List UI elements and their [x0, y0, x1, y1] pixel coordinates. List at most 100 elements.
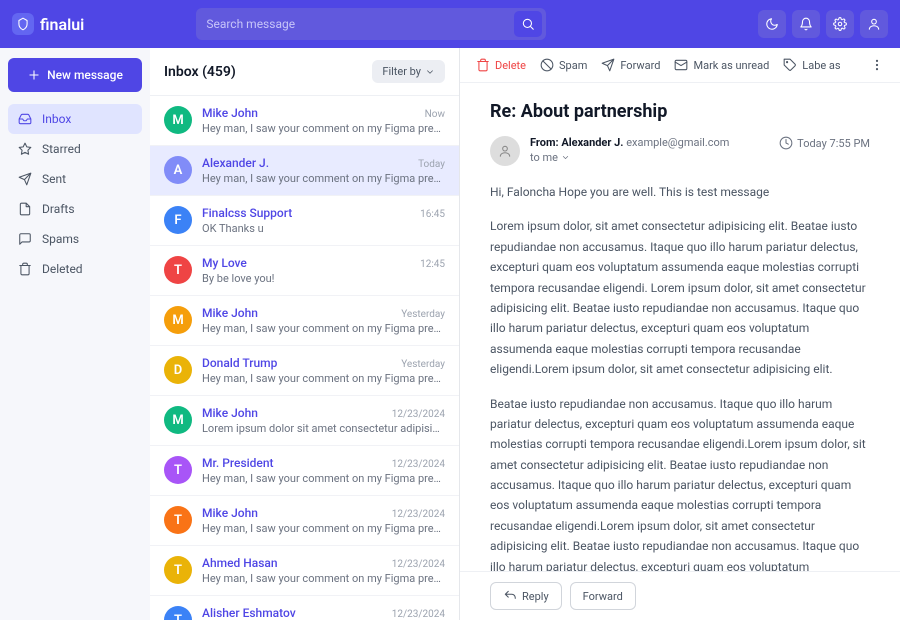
- message-time: 12:45: [420, 259, 445, 270]
- avatar: F: [164, 206, 192, 234]
- new-message-label: New message: [47, 68, 123, 82]
- message-item[interactable]: TMr. President12/23/2024Hey man, I saw y…: [150, 446, 459, 496]
- message-item[interactable]: M Mike John Now Hey man, I saw your comment…: [150, 96, 459, 146]
- to-line[interactable]: to me: [530, 151, 769, 164]
- from-line: From: Alexander J. example@gmail.com: [530, 136, 769, 149]
- avatar: A: [164, 156, 192, 184]
- sidebar: New message Inbox Starred Sent Drafts Spams D…: [0, 48, 150, 620]
- new-message-button[interactable]: New message: [8, 58, 142, 92]
- message-item[interactable]: MMike John12/23/2024Lorem ipsum dolor si…: [150, 396, 459, 446]
- message-preview: Hey man, I saw your comment on my Figma …: [202, 122, 445, 135]
- avatar: T: [164, 256, 192, 284]
- message-item[interactable]: TMy Love12:45By be love you!: [150, 246, 459, 296]
- logo-icon: [12, 13, 34, 35]
- moon-icon[interactable]: [758, 10, 786, 38]
- message-preview: Hey man, I saw your comment on my Figma …: [202, 172, 445, 185]
- message-sender: Mike John: [202, 506, 258, 520]
- avatar: M: [164, 306, 192, 334]
- message-preview: Hey man, I saw your comment on my Figma …: [202, 322, 445, 335]
- message-time: 12/23/2024: [392, 409, 445, 420]
- sidebar-item-label: Drafts: [42, 202, 75, 216]
- avatar: T: [164, 606, 192, 620]
- avatar: M: [164, 406, 192, 434]
- message-preview: Hey man, I saw your comment on my Figma …: [202, 372, 445, 385]
- sidebar-item-inbox[interactable]: Inbox: [8, 104, 142, 134]
- message-sender: Mike John: [202, 106, 258, 120]
- email-detail: Re: About partnership From: Alexander J.…: [460, 83, 900, 571]
- send-icon: [18, 172, 32, 186]
- message-preview: Hey man, I saw your comment on my Figma …: [202, 572, 445, 585]
- bell-icon[interactable]: [792, 10, 820, 38]
- email-timestamp: Today 7:55 PM: [779, 136, 870, 150]
- message-sender: Finalcss Support: [202, 206, 292, 220]
- gear-icon[interactable]: [826, 10, 854, 38]
- search-box: [196, 8, 546, 40]
- message-time: Now: [425, 109, 445, 120]
- sidebar-item-label: Inbox: [42, 112, 71, 126]
- message-item[interactable]: TAlisher Eshmatov12/23/2024Hey man, I sa…: [150, 596, 459, 620]
- message-preview: Lorem ipsum dolor sit amet consectetur a…: [202, 422, 445, 435]
- message-time: 12/23/2024: [392, 459, 445, 470]
- sidebar-item-label: Sent: [42, 172, 66, 186]
- search-input[interactable]: [206, 17, 514, 31]
- forward-action-button[interactable]: Forward: [570, 582, 636, 610]
- message-sender: Mike John: [202, 306, 258, 320]
- message-item[interactable]: T Mike John 12/23/2024 Hey man, I saw your …: [150, 496, 459, 546]
- message-time: 16:45: [420, 209, 445, 220]
- message-list[interactable]: M Mike John Now Hey man, I saw your comment…: [150, 96, 459, 620]
- user-icon[interactable]: [860, 10, 888, 38]
- sidebar-item-sent[interactable]: Sent: [8, 164, 142, 194]
- avatar: T: [164, 456, 192, 484]
- sidebar-item-label: Deleted: [42, 262, 83, 276]
- message-sender: Mr. President: [202, 456, 274, 470]
- delete-button[interactable]: Delete: [476, 58, 526, 72]
- message-item[interactable]: A Alexander J. Today Hey man, I saw your co…: [150, 146, 459, 196]
- filter-label: Filter by: [382, 65, 421, 78]
- email-toolbar: Delete Spam Forward Mark as unread Labe …: [460, 48, 900, 83]
- message-time: Today: [418, 159, 445, 170]
- message-sender: Ahmed Hasan: [202, 556, 278, 570]
- avatar: M: [164, 106, 192, 134]
- forward-button[interactable]: Forward: [601, 58, 660, 72]
- message-item[interactable]: M Mike John Yesterday Hey man, I saw your c…: [150, 296, 459, 346]
- brand-name: finalui: [40, 15, 84, 34]
- message-sender: My Love: [202, 256, 247, 270]
- file-icon: [18, 202, 32, 216]
- message-time: Yesterday: [401, 359, 445, 370]
- avatar: T: [164, 556, 192, 584]
- label-button[interactable]: Labe as: [783, 58, 840, 72]
- filter-button[interactable]: Filter by: [372, 60, 445, 83]
- reply-button[interactable]: Reply: [490, 582, 562, 610]
- avatar: T: [164, 506, 192, 534]
- trash-icon: [18, 262, 32, 276]
- search-button[interactable]: [514, 11, 542, 37]
- message-sender: Alisher Eshmatov: [202, 606, 296, 620]
- email-body: Hi, Faloncha Hope you are well. This is …: [490, 182, 870, 571]
- message-sender: Alexander J.: [202, 156, 269, 170]
- inbox-icon: [18, 112, 32, 126]
- avatar: D: [164, 356, 192, 384]
- sender-avatar: [490, 136, 520, 166]
- message-item[interactable]: DDonald TrumpYesterdayHey man, I saw you…: [150, 346, 459, 396]
- spam-button[interactable]: Spam: [540, 58, 587, 72]
- email-actions: Reply Forward: [460, 571, 900, 620]
- message-list-panel: Inbox (459) Filter by M Mike John Now Hey m…: [150, 48, 460, 620]
- inbox-title: Inbox (459): [164, 64, 236, 80]
- mark-unread-button[interactable]: Mark as unread: [674, 58, 769, 72]
- sidebar-item-label: Spams: [42, 232, 79, 246]
- message-item[interactable]: F Finalcss Support 16:45 OK Thanks u: [150, 196, 459, 246]
- sidebar-item-label: Starred: [42, 142, 81, 156]
- sidebar-item-starred[interactable]: Starred: [8, 134, 142, 164]
- chat-icon: [18, 232, 32, 246]
- header-actions: [758, 10, 888, 38]
- sidebar-item-deleted[interactable]: Deleted: [8, 254, 142, 284]
- more-icon[interactable]: [870, 58, 884, 72]
- message-time: Yesterday: [401, 309, 445, 320]
- message-preview: OK Thanks u: [202, 222, 445, 235]
- message-preview: Hey man, I saw your comment on my Figma …: [202, 522, 445, 535]
- message-item[interactable]: TAhmed Hasan12/23/2024Hey man, I saw you…: [150, 546, 459, 596]
- sidebar-item-spams[interactable]: Spams: [8, 224, 142, 254]
- sidebar-item-drafts[interactable]: Drafts: [8, 194, 142, 224]
- message-time: 12/23/2024: [392, 509, 445, 520]
- brand-logo[interactable]: finalui: [12, 13, 84, 35]
